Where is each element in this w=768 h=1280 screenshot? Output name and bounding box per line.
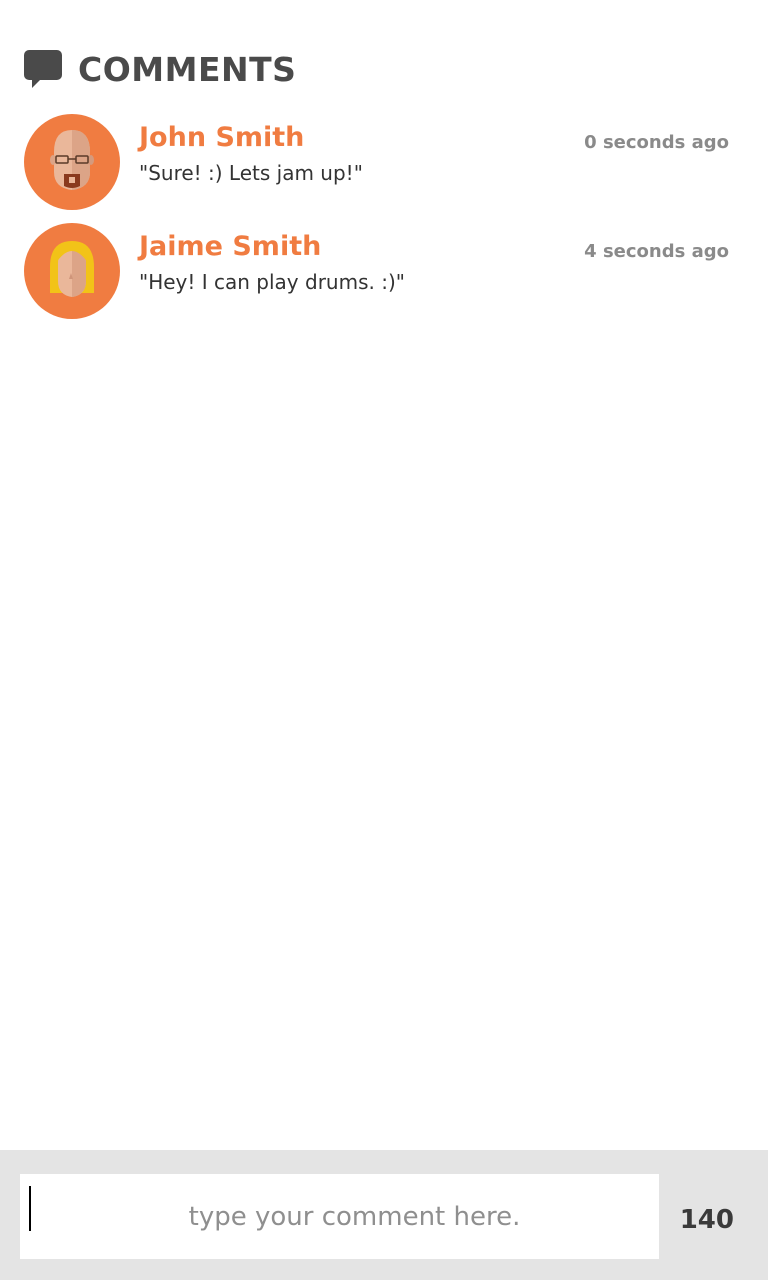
comment-list: John Smith 0 seconds ago "Sure! :) Lets … (24, 114, 744, 332)
blonde-woman-avatar-image (50, 241, 94, 297)
avatar[interactable] (24, 223, 120, 319)
comment-timestamp: 0 seconds ago (584, 132, 729, 153)
avatar[interactable] (24, 114, 120, 210)
bald-man-avatar-image (50, 130, 94, 190)
comment-timestamp: 4 seconds ago (584, 241, 729, 262)
comment-author[interactable]: John Smith (139, 122, 304, 153)
comment-item: John Smith 0 seconds ago "Sure! :) Lets … (24, 114, 744, 223)
comment-input-container[interactable] (20, 1174, 659, 1259)
page-title: COMMENTS (78, 49, 297, 89)
comment-text: "Hey! I can play drums. :)" (139, 270, 405, 294)
comments-screen: COMMENTS John Smith 0 seconds ago "Sure!… (0, 0, 768, 1280)
comment-author[interactable]: Jaime Smith (139, 231, 321, 262)
comment-text: "Sure! :) Lets jam up!" (139, 161, 363, 185)
comment-item: Jaime Smith 4 seconds ago "Hey! I can pl… (24, 223, 744, 332)
comment-input[interactable] (20, 1174, 659, 1259)
character-counter: 140 (679, 1205, 734, 1235)
comments-header: COMMENTS (24, 48, 296, 90)
speech-bubble-icon (24, 48, 64, 90)
comment-composer: 140 (0, 1150, 768, 1280)
